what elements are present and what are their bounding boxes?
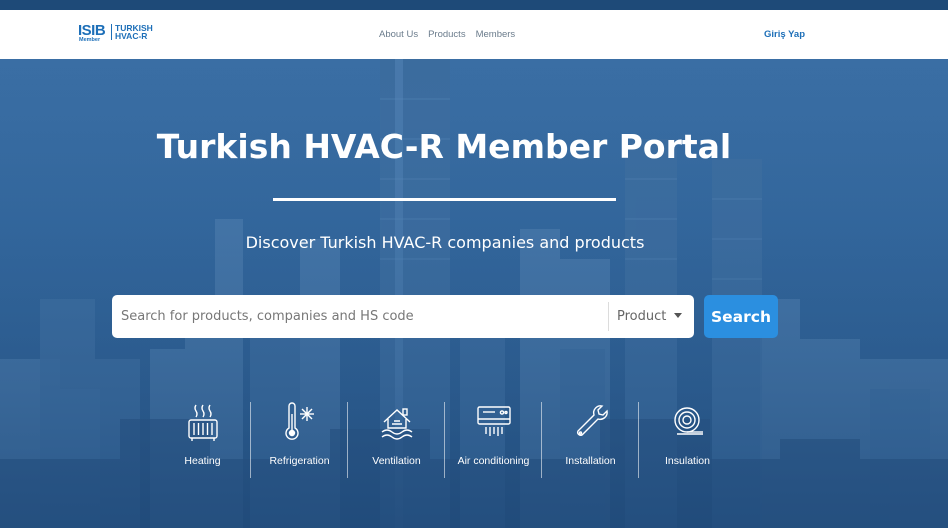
hero-title: Turkish HVAC-R Member Portal: [156, 127, 732, 166]
caret-down-icon: [674, 313, 683, 318]
logo[interactable]: ISIB Member TURKISH HVAC-R: [78, 21, 153, 45]
top-strip: [0, 0, 948, 10]
air-conditioner-icon: [477, 406, 511, 436]
category-installation[interactable]: Installation: [542, 402, 639, 478]
category-insulation[interactable]: Insulation: [639, 402, 736, 478]
search-divider: [608, 302, 609, 331]
logo-member-label: Member: [79, 37, 101, 43]
nav-link-about-us[interactable]: About Us: [379, 28, 418, 41]
thermometer-snowflake-icon: [285, 402, 314, 440]
radiator-icon: [188, 404, 218, 441]
search-type-value: Product: [617, 309, 667, 324]
navbar: ISIB Member TURKISH HVAC-R About Us Prod…: [0, 10, 948, 59]
nav-link-products[interactable]: Products: [428, 28, 466, 41]
logo-brand: ISIB: [78, 22, 106, 39]
logo-divider: [111, 24, 112, 40]
logo-mark: ISIB Member: [78, 21, 109, 45]
category-label: Installation: [565, 455, 616, 467]
category-heating[interactable]: Heating: [154, 402, 251, 478]
category-refrigeration[interactable]: Refrigeration: [251, 402, 348, 478]
logo-text: TURKISH HVAC-R: [115, 21, 153, 41]
category-label: Insulation: [665, 455, 710, 467]
nav-link-members[interactable]: Members: [476, 28, 516, 41]
search-button[interactable]: Search: [704, 295, 778, 338]
login-link[interactable]: Giriş Yap: [764, 28, 805, 41]
search-input[interactable]: [112, 295, 608, 338]
category-ventilation[interactable]: Ventilation: [348, 402, 445, 478]
search-bar: Product: [112, 295, 694, 338]
logo-line-2: HVAC-R: [115, 31, 148, 41]
wrench-icon: [577, 405, 608, 436]
nav-links: About Us Products Members: [379, 28, 515, 41]
insulation-roll-icon: [674, 407, 703, 435]
category-air-conditioning[interactable]: Air conditioning: [445, 402, 542, 478]
hero-divider: [273, 198, 616, 201]
house-airflow-icon: [381, 408, 413, 440]
category-label: Air conditioning: [457, 455, 530, 467]
search-type-select[interactable]: Product: [617, 295, 683, 338]
hero-subtitle: Discover Turkish HVAC-R companies and pr…: [245, 233, 645, 252]
category-label: Heating: [184, 455, 221, 467]
category-label: Refrigeration: [269, 455, 330, 467]
hero-section: Turkish HVAC-R Member Portal Discover Tu…: [0, 59, 948, 528]
category-label: Ventilation: [372, 455, 421, 467]
